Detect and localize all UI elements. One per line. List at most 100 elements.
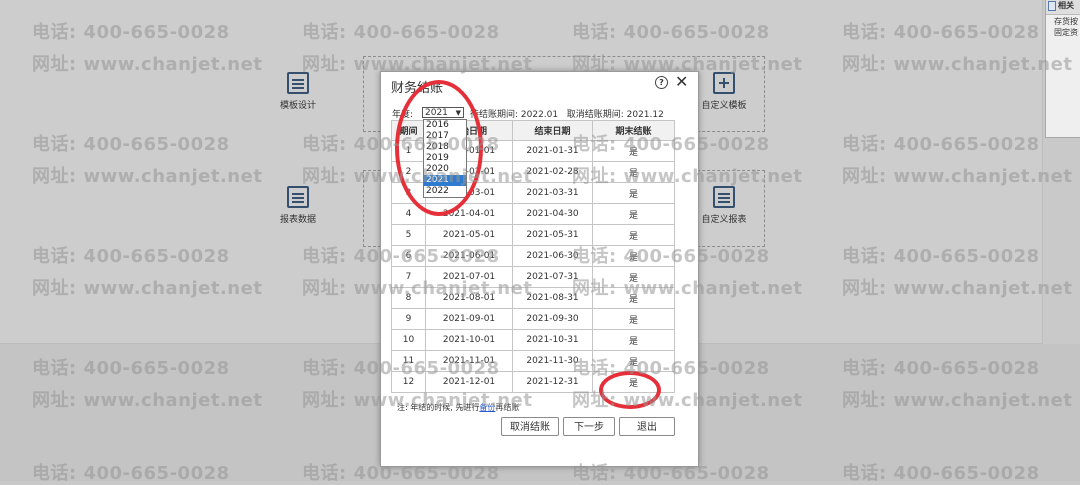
column-header: 期间 bbox=[391, 120, 426, 141]
start-date-cell: 2021-09-01 bbox=[425, 308, 513, 330]
end-date-cell: 2021-05-31 bbox=[512, 224, 593, 246]
year-option[interactable]: 2019 bbox=[424, 153, 466, 164]
start-date-cell: 2021-05-01 bbox=[425, 224, 513, 246]
end-date-cell: 2021-07-31 bbox=[512, 266, 593, 288]
closed-status-cell: 是 bbox=[592, 245, 675, 267]
table-row[interactable]: 6 2021-06-01 2021-06-30 是 bbox=[391, 245, 675, 267]
column-header: 期末结账 bbox=[592, 120, 675, 141]
end-date-cell: 2021-04-30 bbox=[512, 203, 593, 225]
table-row[interactable]: 10 2021-10-01 2021-10-31 是 bbox=[391, 329, 675, 351]
custom-template-label: 自定义模板 bbox=[701, 101, 747, 111]
custom-report-tile[interactable]: 自定义报表 bbox=[689, 186, 759, 225]
period-cell: 3 bbox=[391, 182, 426, 204]
help-icon[interactable]: ? bbox=[655, 76, 668, 89]
custom-template-icon bbox=[713, 72, 735, 94]
end-date-cell: 2021-09-30 bbox=[512, 308, 593, 330]
closed-status-cell: 是 bbox=[592, 266, 675, 288]
period-cell: 9 bbox=[391, 308, 426, 330]
document-icon bbox=[1048, 0, 1056, 11]
year-select-value: 2021 bbox=[425, 108, 448, 118]
year-option[interactable]: 2021 bbox=[424, 175, 466, 186]
start-date-cell: 2021-04-01 bbox=[425, 203, 513, 225]
closed-status-cell: 是 bbox=[592, 182, 675, 204]
custom-report-icon bbox=[713, 186, 735, 208]
custom-template-tile[interactable]: 自定义模板 bbox=[689, 72, 759, 111]
closed-status-cell: 是 bbox=[592, 140, 675, 162]
period-cell: 1 bbox=[391, 140, 426, 162]
end-date-cell: 2021-02-28 bbox=[512, 161, 593, 183]
table-row[interactable]: 11 2021-11-01 2021-11-30 是 bbox=[391, 350, 675, 372]
table-row[interactable]: 12 2021-12-01 2021-12-31 是 bbox=[391, 371, 675, 393]
table-row[interactable]: 5 2021-05-01 2021-05-31 是 bbox=[391, 224, 675, 246]
closed-status-cell: 是 bbox=[592, 350, 675, 372]
pending-period: 待结账期间: 2022.01 bbox=[470, 110, 559, 120]
report-data-icon bbox=[287, 186, 309, 208]
period-cell: 7 bbox=[391, 266, 426, 288]
next-step-button[interactable]: 下一步 bbox=[563, 417, 615, 436]
start-date-cell: 2021-11-01 bbox=[425, 350, 513, 372]
year-option[interactable]: 2016 bbox=[424, 120, 466, 131]
closed-status-cell: 是 bbox=[592, 203, 675, 225]
side-panel-link-inventory[interactable]: 存货按 bbox=[1046, 15, 1080, 26]
period-cell: 4 bbox=[391, 203, 426, 225]
closed-status-cell: 是 bbox=[592, 329, 675, 351]
side-panel-link-fixed-assets[interactable]: 固定资 bbox=[1046, 26, 1080, 37]
cancel-closing-button[interactable]: 取消结账 bbox=[501, 417, 559, 436]
closed-status-cell: 是 bbox=[592, 287, 675, 309]
year-option[interactable]: 2017 bbox=[424, 131, 466, 142]
period-cell: 11 bbox=[391, 350, 426, 372]
closed-status-cell: 是 bbox=[592, 161, 675, 183]
template-design-icon bbox=[287, 72, 309, 94]
period-cell: 2 bbox=[391, 161, 426, 183]
backup-link[interactable]: 备份 bbox=[479, 403, 495, 412]
period-cell: 5 bbox=[391, 224, 426, 246]
year-label: 年度: bbox=[392, 110, 414, 120]
year-option[interactable]: 2018 bbox=[424, 142, 466, 153]
period-cell: 8 bbox=[391, 287, 426, 309]
start-date-cell: 2021-07-01 bbox=[425, 266, 513, 288]
start-date-cell: 2021-12-01 bbox=[425, 371, 513, 393]
period-cell: 12 bbox=[391, 371, 426, 393]
column-header: 结束日期 bbox=[512, 120, 593, 141]
period-info: 待结账期间: 2022.01 取消结账期间: 2021.12 bbox=[470, 107, 664, 120]
note-prefix: 注: 年结的时候, 先进行 bbox=[397, 403, 480, 412]
end-date-cell: 2021-12-31 bbox=[512, 371, 593, 393]
end-date-cell: 2021-10-31 bbox=[512, 329, 593, 351]
template-design-tile[interactable]: 模板设计 bbox=[263, 72, 333, 111]
dialog-title: 财务结账 bbox=[391, 81, 444, 96]
year-option[interactable]: 2022 bbox=[424, 186, 466, 197]
financial-closing-dialog: 财务结账 ? ✕ 年度: 2021 ▼ 待结账期间: 2022.01 取消结账期… bbox=[380, 71, 699, 467]
year-select[interactable]: 2021 ▼ bbox=[422, 107, 464, 118]
table-row[interactable]: 8 2021-08-01 2021-08-31 是 bbox=[391, 287, 675, 309]
start-date-cell: 2021-10-01 bbox=[425, 329, 513, 351]
side-panel-title: 相关 bbox=[1058, 1, 1074, 10]
report-data-label: 报表数据 bbox=[279, 215, 316, 225]
year-dropdown-list: 2016 2017 2018 2019 2020 2021 2022 bbox=[423, 119, 467, 198]
custom-report-label: 自定义报表 bbox=[701, 215, 747, 225]
template-design-label: 模板设计 bbox=[279, 101, 316, 111]
related-side-panel: 相关 存货按 固定资 bbox=[1045, 0, 1080, 138]
period-cell: 10 bbox=[391, 329, 426, 351]
period-cell: 6 bbox=[391, 245, 426, 267]
closed-status-cell: 是 bbox=[592, 371, 675, 393]
exit-button[interactable]: 退出 bbox=[619, 417, 675, 436]
report-data-tile[interactable]: 报表数据 bbox=[263, 186, 333, 225]
closed-status-cell: 是 bbox=[592, 308, 675, 330]
start-date-cell: 2021-08-01 bbox=[425, 287, 513, 309]
end-date-cell: 2021-11-30 bbox=[512, 350, 593, 372]
end-date-cell: 2021-03-31 bbox=[512, 182, 593, 204]
table-row[interactable]: 9 2021-09-01 2021-09-30 是 bbox=[391, 308, 675, 330]
closing-note: 注: 年结的时候, 先进行备份再结账 bbox=[397, 402, 519, 413]
cancel-period: 取消结账期间: 2021.12 bbox=[566, 110, 664, 120]
table-row[interactable]: 7 2021-07-01 2021-07-31 是 bbox=[391, 266, 675, 288]
closed-status-cell: 是 bbox=[592, 224, 675, 246]
year-option[interactable]: 2020 bbox=[424, 164, 466, 175]
table-row[interactable]: 4 2021-04-01 2021-04-30 是 bbox=[391, 203, 675, 225]
end-date-cell: 2021-06-30 bbox=[512, 245, 593, 267]
end-date-cell: 2021-08-31 bbox=[512, 287, 593, 309]
start-date-cell: 2021-06-01 bbox=[425, 245, 513, 267]
dropdown-arrow-icon: ▼ bbox=[455, 109, 461, 117]
end-date-cell: 2021-01-31 bbox=[512, 140, 593, 162]
close-icon[interactable]: ✕ bbox=[675, 72, 688, 91]
side-panel-header: 相关 bbox=[1046, 0, 1080, 15]
